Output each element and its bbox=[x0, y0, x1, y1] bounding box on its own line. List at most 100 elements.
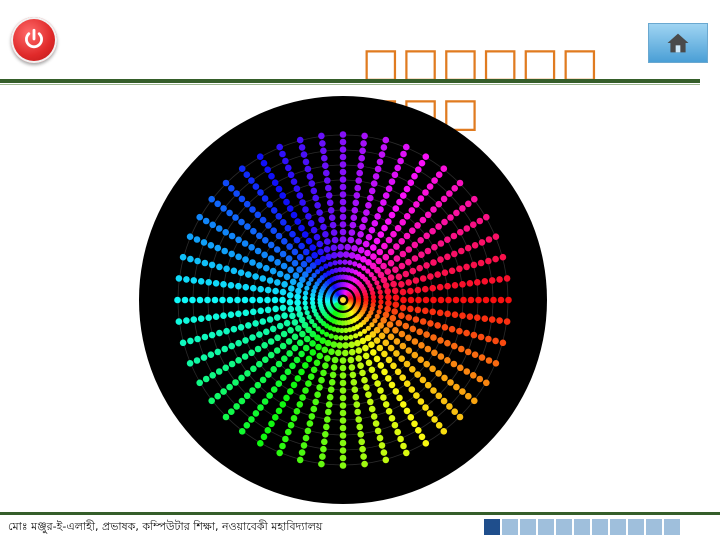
spiral-dot bbox=[338, 335, 344, 341]
spiral-dot bbox=[339, 379, 347, 387]
spiral-dot bbox=[399, 288, 407, 296]
spiral-dot bbox=[435, 370, 442, 377]
spiral-dot bbox=[209, 221, 216, 229]
nav-square-2[interactable] bbox=[502, 519, 518, 535]
spiral-dot bbox=[352, 199, 360, 207]
spiral-dot bbox=[365, 359, 373, 367]
spiral-dot bbox=[291, 344, 299, 352]
spiral-dot bbox=[405, 279, 413, 286]
spiral-dot bbox=[339, 462, 347, 469]
spiral-dot bbox=[318, 132, 325, 140]
spiral-dot bbox=[426, 183, 434, 190]
spiral-dot bbox=[187, 337, 194, 345]
spiral-dot bbox=[390, 362, 397, 370]
spiral-dot bbox=[470, 372, 477, 379]
spiral-dot bbox=[348, 334, 354, 340]
nav-square-4[interactable] bbox=[538, 519, 554, 535]
spiral-dot bbox=[467, 296, 475, 304]
spiral-dot bbox=[422, 404, 429, 411]
spiral-dot bbox=[179, 253, 187, 261]
spiral-dot bbox=[216, 263, 223, 271]
spiral-dot bbox=[367, 398, 374, 406]
spiral-dot bbox=[295, 287, 302, 295]
spiral-dot bbox=[440, 195, 448, 203]
spiral-dot bbox=[351, 245, 358, 252]
spiral-dot bbox=[463, 368, 471, 375]
spiral-dot bbox=[378, 442, 386, 449]
spiral-dot bbox=[435, 171, 443, 178]
spiral-dot bbox=[382, 136, 390, 144]
spiral-dot bbox=[242, 309, 250, 317]
power-button[interactable] bbox=[11, 17, 57, 63]
spiral-dot bbox=[357, 431, 364, 438]
nav-square-3[interactable] bbox=[520, 519, 536, 535]
spiral-dot bbox=[235, 310, 242, 318]
spiral-dot bbox=[412, 316, 420, 323]
spiral-dot bbox=[221, 247, 228, 255]
home-icon bbox=[667, 33, 689, 53]
spiral-dot bbox=[354, 184, 361, 192]
spiral-dot bbox=[339, 439, 347, 447]
spiral-dot bbox=[381, 224, 388, 232]
spiral-dot bbox=[351, 207, 359, 214]
spiral-dot bbox=[324, 355, 331, 362]
home-button[interactable] bbox=[648, 23, 708, 63]
spiral-dot bbox=[325, 401, 333, 408]
spiral-dot bbox=[397, 157, 404, 165]
spiral-dot bbox=[303, 290, 309, 296]
spiral-dot bbox=[226, 383, 233, 391]
spiral-dot bbox=[444, 339, 451, 347]
spiral-dot bbox=[400, 442, 407, 450]
spiral-dot bbox=[259, 216, 267, 224]
spiral-dot bbox=[459, 388, 466, 395]
spiral-dot bbox=[339, 424, 347, 432]
spiral-dot bbox=[263, 264, 270, 272]
nav-square-1[interactable] bbox=[484, 519, 500, 535]
nav-square-8[interactable] bbox=[610, 519, 626, 535]
spiral-dot bbox=[392, 388, 400, 395]
spiral-dot bbox=[275, 380, 283, 388]
spiral-dot bbox=[197, 278, 205, 285]
spiral-dot bbox=[483, 213, 490, 221]
spiral-dot bbox=[306, 314, 312, 320]
spiral-dot bbox=[485, 357, 493, 364]
spiral-dot bbox=[394, 368, 402, 376]
spiral-dot bbox=[431, 177, 438, 184]
nav-square-10[interactable] bbox=[646, 519, 662, 535]
nav-square-9[interactable] bbox=[628, 519, 644, 535]
nav-square-7[interactable] bbox=[592, 519, 608, 535]
spiral-dot bbox=[257, 189, 264, 196]
spiral-dot bbox=[280, 374, 287, 382]
spiral-dot bbox=[360, 453, 367, 460]
spiral-dot bbox=[232, 214, 239, 221]
spiral-dot bbox=[294, 375, 302, 382]
spiral-dot bbox=[322, 431, 329, 438]
spiral-dot bbox=[377, 387, 384, 394]
spiral-dot bbox=[339, 213, 347, 221]
spiral-dot bbox=[385, 236, 393, 244]
spiral-dot bbox=[392, 205, 400, 212]
spiral-dot bbox=[337, 259, 343, 265]
spiral-dot bbox=[339, 146, 347, 153]
spiral-dot bbox=[380, 144, 388, 151]
spiral-dot bbox=[505, 296, 512, 304]
spiral-dot bbox=[347, 260, 353, 266]
spiral-dot bbox=[298, 449, 306, 456]
spiral-dot bbox=[318, 376, 325, 384]
spiral-dot bbox=[457, 228, 464, 236]
spiral-dot bbox=[481, 278, 489, 285]
nav-square-6[interactable] bbox=[574, 519, 590, 535]
spiral-dot bbox=[189, 296, 196, 304]
spiral-dot bbox=[330, 244, 338, 252]
spiral-dot bbox=[393, 350, 400, 357]
nav-square-11[interactable] bbox=[664, 519, 680, 535]
spiral-dot bbox=[387, 248, 395, 256]
nav-square-5[interactable] bbox=[556, 519, 572, 535]
spiral-dot bbox=[399, 219, 407, 226]
spiral-dot bbox=[377, 362, 385, 369]
spiral-dot bbox=[384, 305, 391, 313]
spiral-dot bbox=[294, 299, 301, 306]
spiral-dot bbox=[186, 360, 194, 367]
spiral-dot bbox=[477, 259, 485, 267]
spiral-dot bbox=[235, 236, 242, 244]
